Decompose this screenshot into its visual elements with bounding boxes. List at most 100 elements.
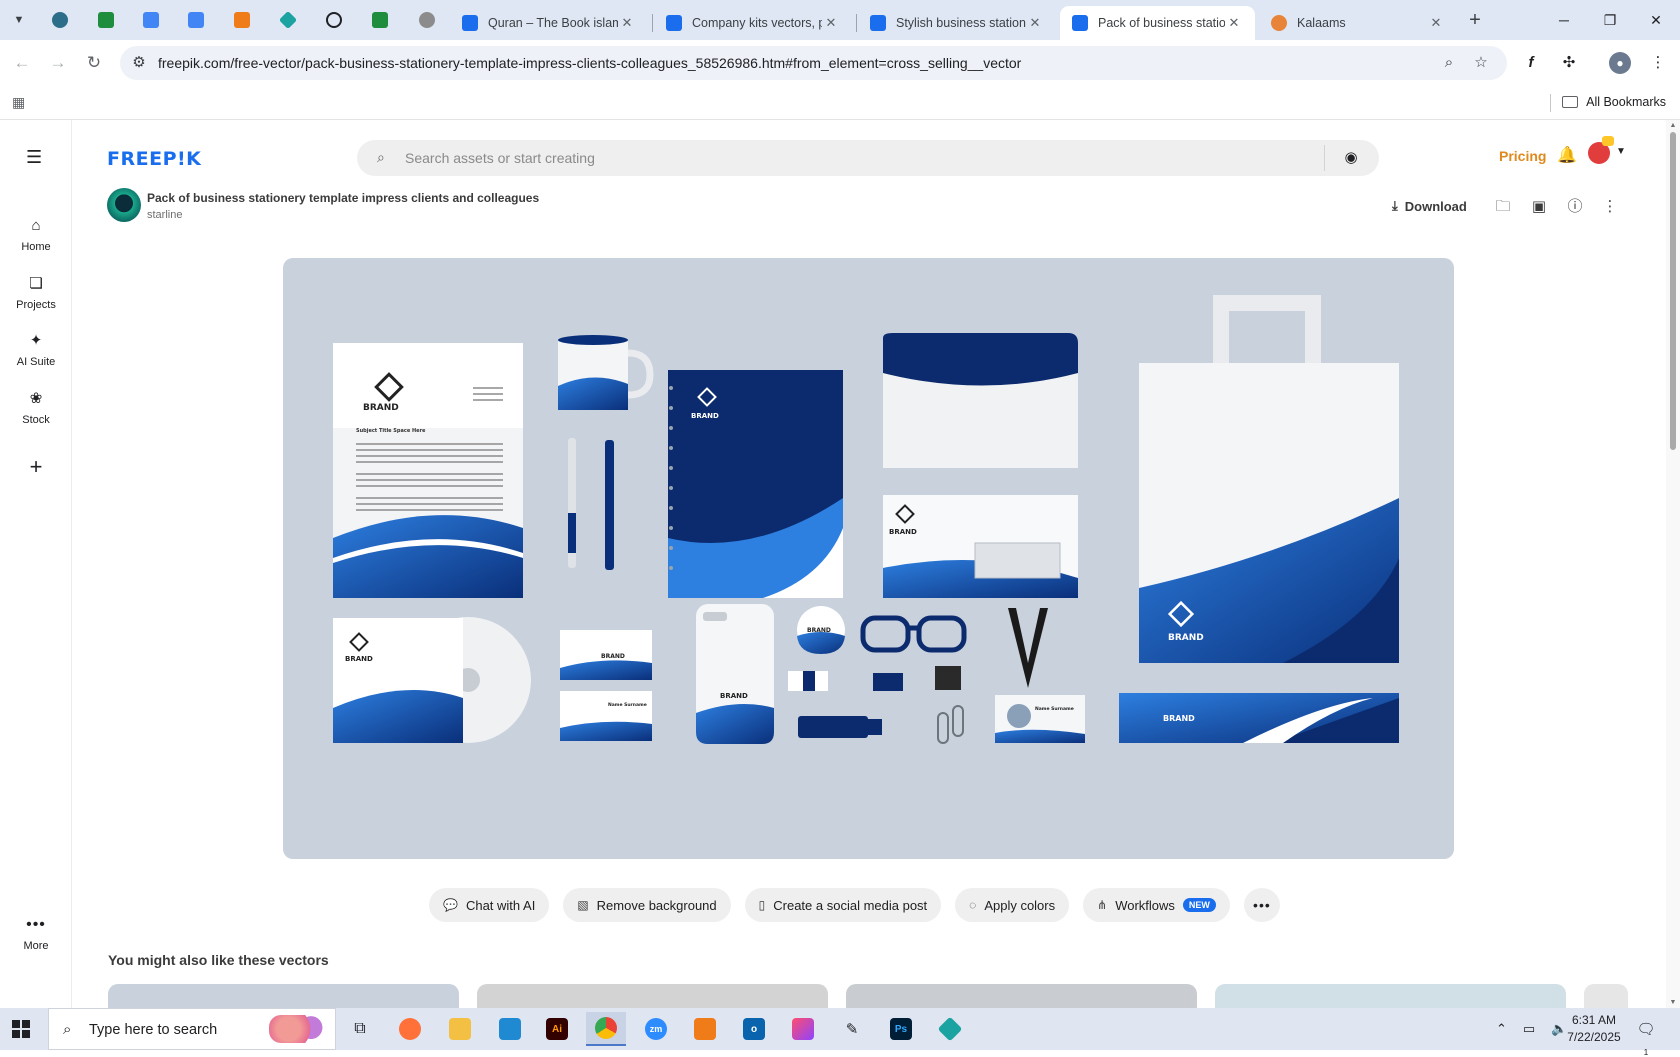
tab-search-dropdown[interactable]: ▼ [6, 8, 32, 32]
extension-f-icon[interactable]: f [1520, 52, 1542, 74]
zoom-icon[interactable]: ⌕ [1440, 54, 1458, 72]
taskbar-clock[interactable]: 6:31 AM 7/22/2025 [1564, 1012, 1624, 1046]
taskbar-creative-cloud[interactable] [783, 1012, 823, 1046]
taskbar-outlook[interactable]: o [734, 1012, 774, 1046]
apply-colors-button[interactable]: ◌ Apply colors [955, 888, 1070, 922]
all-bookmarks-button[interactable]: All Bookmarks [1562, 95, 1666, 109]
pinned-tab-xampp[interactable] [228, 8, 256, 32]
close-icon[interactable]: ✕ [1225, 15, 1243, 31]
notebook-mockup: BRAND [668, 370, 843, 598]
more-options-icon[interactable]: ⋮ [1600, 197, 1620, 217]
pinned-tab-app[interactable] [274, 8, 302, 32]
pinned-tab-chatgpt[interactable] [320, 8, 348, 32]
extensions-puzzle-icon[interactable]: ✣ [1558, 52, 1580, 74]
address-bar[interactable]: ⚙ freepik.com/free-vector/pack-business-… [120, 46, 1507, 80]
related-card[interactable] [846, 984, 1197, 1008]
sheets-icon [98, 12, 114, 28]
tab-company-kits[interactable]: Company kits vectors, ph ✕ [654, 6, 852, 40]
taskbar-photoshop[interactable]: Ps [881, 1012, 921, 1046]
pinned-tab-wordpress[interactable] [46, 8, 74, 32]
taskbar-search-box[interactable]: ⌕ Type here to search [48, 1008, 336, 1050]
pinned-tab-docs-1[interactable] [137, 8, 165, 32]
taskbar-chrome[interactable] [586, 1012, 626, 1046]
pinned-tab-globe[interactable] [413, 8, 441, 32]
related-card[interactable] [477, 984, 828, 1008]
tab-stylish-business[interactable]: Stylish business stationery ✕ [858, 6, 1056, 40]
taskbar-zoom[interactable]: zm [636, 1012, 676, 1046]
taskbar-vscode[interactable] [490, 1012, 530, 1046]
url-text[interactable]: freepik.com/free-vector/pack-business-st… [158, 55, 1021, 71]
create-social-post-button[interactable]: ▯ Create a social media post [744, 888, 942, 922]
new-tab-button[interactable]: + [1462, 10, 1488, 32]
remove-background-button[interactable]: ▧ Remove background [563, 888, 731, 922]
tray-expand-icon[interactable]: ⌃ [1496, 1021, 1507, 1037]
freepik-logo[interactable]: FREEP!K [107, 148, 201, 170]
forward-button[interactable]: → [47, 52, 69, 74]
search-input[interactable] [405, 140, 1275, 176]
related-card[interactable] [108, 984, 459, 1008]
search-divider [1324, 145, 1325, 171]
scroll-thumb[interactable] [1670, 132, 1676, 450]
info-icon[interactable]: ⓘ [1565, 197, 1585, 217]
close-icon[interactable]: ✕ [618, 15, 636, 31]
taskbar-firefox[interactable] [390, 1012, 430, 1046]
nav-projects[interactable]: ❏ Projects [0, 275, 72, 311]
nav-ai-suite[interactable]: ✦ AI Suite [0, 332, 72, 368]
taskbar-file-explorer[interactable] [440, 1012, 480, 1046]
pinned-tab-sheets[interactable] [92, 8, 120, 32]
hamburger-menu-icon[interactable]: ☰ [26, 148, 46, 166]
scroll-down-arrow-icon[interactable]: ▼ [1669, 999, 1677, 1006]
taskbar-xampp[interactable] [685, 1012, 725, 1046]
notification-bell-icon[interactable]: 🔔 [1557, 145, 1577, 165]
asset-preview-image[interactable]: BRAND Subject Title Space Here BRAND BRA… [283, 258, 1454, 859]
taskbar-pen-app[interactable]: ✎ [832, 1012, 872, 1046]
close-window-button[interactable]: ✕ [1632, 8, 1680, 32]
reload-button[interactable]: ↻ [83, 52, 105, 74]
bookmark-star-icon[interactable]: ☆ [1472, 54, 1490, 72]
author-avatar[interactable] [107, 188, 141, 222]
pinned-tab-docs-2[interactable] [182, 8, 210, 32]
apps-grid-icon[interactable]: ▦ [12, 94, 28, 110]
taskbar-illustrator[interactable]: Ai [537, 1012, 577, 1046]
notification-center-button[interactable]: 🗨1 [1636, 1020, 1656, 1057]
author-name[interactable]: starline [147, 209, 182, 221]
restore-button[interactable]: ❐ [1586, 8, 1634, 32]
profile-avatar-icon[interactable]: ● [1609, 52, 1631, 74]
tab-quran[interactable]: Quran – The Book islamic ✕ [450, 6, 648, 40]
close-icon[interactable]: ✕ [822, 15, 840, 31]
workflows-button[interactable]: ⋔ Workflows NEW [1083, 888, 1230, 922]
camera-icon[interactable]: ◉ [1341, 148, 1361, 168]
related-card[interactable] [1215, 984, 1566, 1008]
nav-home[interactable]: ⌂ Home [0, 217, 72, 253]
pinned-tab-sheets-2[interactable] [366, 8, 394, 32]
page-scrollbar[interactable]: ▲ ▼ [1666, 120, 1680, 1008]
site-settings-icon[interactable]: ⚙ [130, 54, 148, 72]
nav-stock[interactable]: ❀ Stock [0, 390, 72, 426]
download-icon: ⤓ [1392, 198, 1398, 213]
close-icon[interactable]: ✕ [1026, 15, 1044, 31]
close-icon[interactable]: ✕ [1427, 15, 1445, 31]
brand-text: BRAND [720, 692, 748, 700]
minimize-button[interactable]: ─ [1540, 8, 1588, 32]
network-icon[interactable]: ▭ [1523, 1021, 1535, 1037]
download-button[interactable]: ⤓ Download [1392, 198, 1467, 214]
scroll-up-arrow-icon[interactable]: ▲ [1669, 122, 1677, 129]
chevron-down-icon[interactable]: ▼ [1616, 146, 1626, 157]
back-button[interactable]: ← [11, 52, 33, 74]
edit-image-icon[interactable]: ▣ [1529, 197, 1549, 217]
task-view-button[interactable]: ⧉ [340, 1012, 380, 1046]
taskbar-diamond-app[interactable] [930, 1012, 970, 1046]
chat-with-ai-button[interactable]: 💬 Chat with AI [429, 888, 550, 922]
account-avatar[interactable] [1588, 136, 1614, 164]
tab-kalaams[interactable]: Kalaams ✕ [1259, 6, 1457, 40]
windows-start-button[interactable] [12, 1020, 30, 1038]
browser-menu-icon[interactable]: ⋮ [1647, 52, 1669, 74]
nav-more[interactable]: ••• More [0, 916, 72, 952]
more-actions-button[interactable]: ••• [1243, 888, 1280, 922]
chip-label: Chat with AI [465, 897, 536, 913]
pricing-link[interactable]: Pricing [1499, 148, 1546, 164]
tab-pack-business-active[interactable]: Pack of business stationery ✕ [1060, 6, 1255, 40]
related-card[interactable] [1584, 984, 1628, 1008]
save-to-folder-icon[interactable]: 🗀 [1493, 197, 1513, 217]
add-button[interactable]: + [24, 454, 48, 480]
